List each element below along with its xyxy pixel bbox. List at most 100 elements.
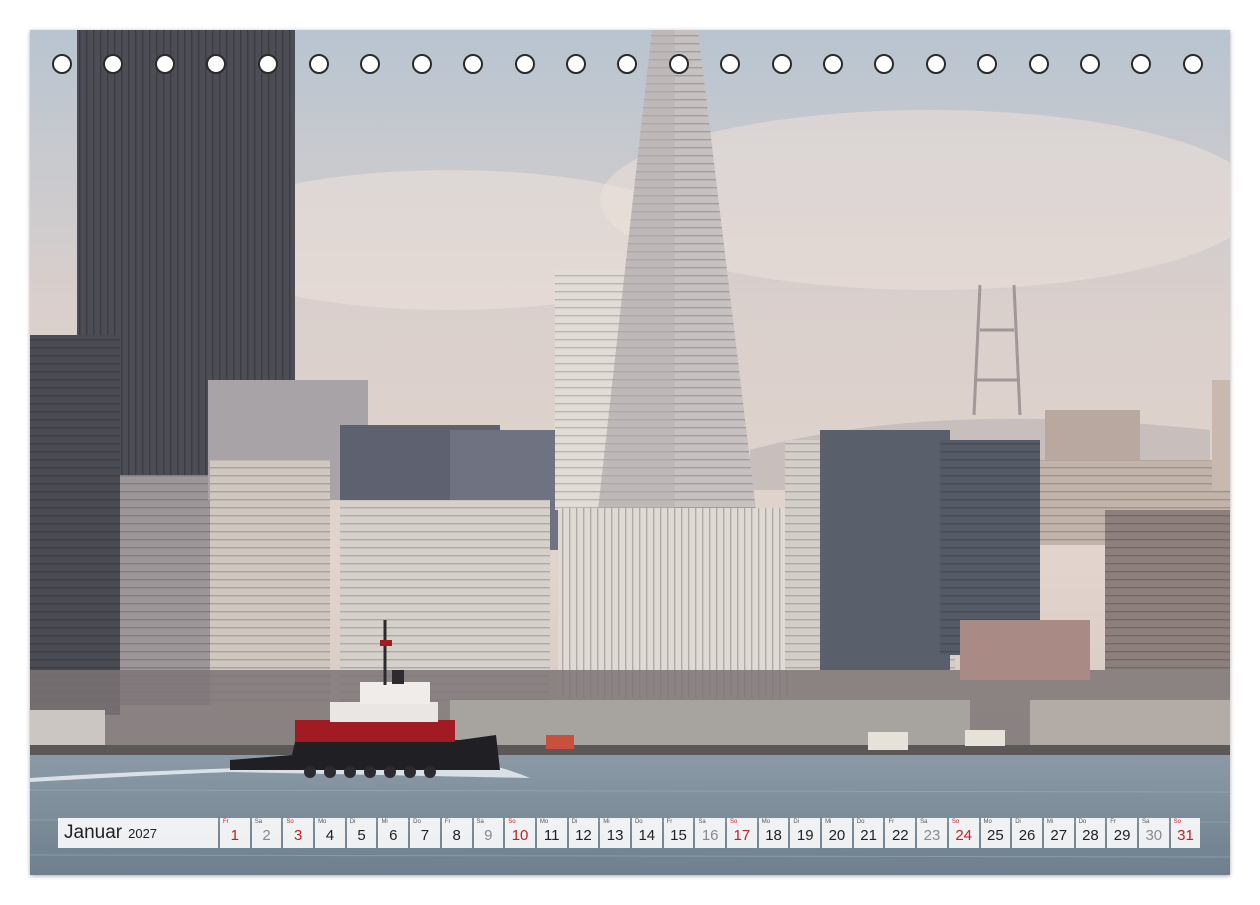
day-of-week: Mi [603,819,610,825]
day-cell: Mi 27 [1043,818,1074,848]
day-number: 3 [294,827,303,844]
day-cell: Mi 20 [822,818,852,848]
day-cell: Di 26 [1012,818,1042,848]
day-number: 5 [357,827,366,844]
day-of-week: So [730,819,738,825]
day-cell: So 3 [283,818,314,848]
day-cell: Sa 23 [917,818,947,848]
year: 2027 [128,825,158,841]
day-of-week: Mo [539,819,549,825]
day-of-week: Mi [1046,819,1054,825]
day-of-week: Sa [920,819,928,825]
day-of-week: Sa [1141,819,1150,825]
day-number: 13 [606,827,624,844]
day-number: 31 [1177,827,1194,844]
binding-ring [874,54,895,74]
day-of-week: Di [571,819,578,825]
binding-ring [668,54,689,74]
day-cell: Di 12 [568,818,599,848]
day-cell: Do 7 [410,818,440,848]
binding-ring [617,54,638,74]
day-of-week: Do [1078,819,1087,825]
binding-ring [1080,54,1100,74]
day-cell: Fr 22 [885,818,916,848]
day-cell: Di 5 [346,818,377,848]
day-number: 10 [511,827,529,844]
day-number: 8 [452,827,461,844]
binding-ring [257,54,278,74]
day-number: 11 [543,827,560,844]
binding-ring [823,54,843,74]
day-number: 24 [955,827,972,844]
day-cell: Sa 2 [251,818,282,848]
day-number: 7 [420,827,430,844]
day-number: 25 [987,827,1004,844]
day-cell: Mi 6 [378,818,409,848]
day-cell: Sa 30 [1138,818,1169,848]
calendar-page: Januar 2027 Fr 1 Sa 2 So 3 Mo 4 Di 5 Mi 6 Do 7 Fr 8 Sa 9 S… [30,30,1230,875]
day-of-week: Mo [318,819,327,825]
day-of-week: Fr [223,819,229,825]
day-number: 30 [1145,827,1163,844]
day-number: 19 [796,827,814,844]
day-of-week: Sa [254,819,263,825]
day-of-week: Fr [888,819,895,825]
binding-ring [1182,54,1203,74]
day-of-week: Do [856,819,865,825]
day-cell: Do 14 [631,818,662,848]
day-number: 28 [1082,827,1099,844]
binding-ring [154,54,175,74]
binding-ring [1131,54,1152,74]
binding-ring [977,54,998,74]
day-of-week: So [508,819,516,825]
day-of-week: Mo [761,819,771,825]
binding-ring [52,54,72,74]
day-of-week: Sa [476,819,484,825]
day-number: 14 [638,827,656,844]
day-cell: Sa 16 [695,818,725,848]
day-cell: Mo 11 [536,818,567,848]
binding-ring [206,54,227,74]
binding-ring [463,54,484,74]
month-label-box: Januar 2027 [58,818,218,848]
day-cell: Mo 25 [980,818,1011,848]
day-number: 1 [230,827,240,844]
day-cell: So 31 [1170,818,1201,848]
day-cell: Fr 29 [1107,818,1137,848]
day-cell: Mi 13 [600,818,630,848]
day-of-week: Mo [983,819,992,825]
day-of-week: Do [413,819,421,825]
day-of-week: Mi [825,819,832,825]
day-cell: So 10 [505,818,535,848]
day-number: 17 [733,827,751,844]
day-number: 26 [1018,827,1036,844]
binding-ring [411,54,432,74]
day-cell: Mo 4 [315,818,345,848]
month-name: Januar [64,822,123,843]
day-of-week: Mi [381,819,388,825]
day-number: 18 [765,827,782,844]
day-of-week: Di [1015,819,1021,825]
day-cell: So 24 [948,818,979,848]
day-number: 21 [860,827,877,844]
day-of-week: Fr [666,819,673,825]
day-cell: Sa 9 [473,818,504,848]
day-cell: Do 21 [853,818,884,848]
day-of-week: Fr [444,819,451,825]
day-number: 15 [670,827,687,844]
binding-ring [103,54,124,74]
city-skyline-photo [30,30,1230,875]
binding-ring [1028,54,1049,74]
day-cell: Fr 8 [441,818,472,848]
day-number: 27 [1050,827,1068,844]
day-cell: Fr 15 [663,818,694,848]
day-cell: Di 19 [790,818,821,848]
day-of-week: Do [634,819,643,825]
day-number: 22 [891,827,909,844]
binding-rings [30,30,1230,90]
day-cell: Do 28 [1075,818,1106,848]
day-of-week: So [286,819,294,825]
day-of-week: So [951,819,960,825]
day-cell: Mo 18 [758,818,789,848]
binding-ring [925,54,946,74]
